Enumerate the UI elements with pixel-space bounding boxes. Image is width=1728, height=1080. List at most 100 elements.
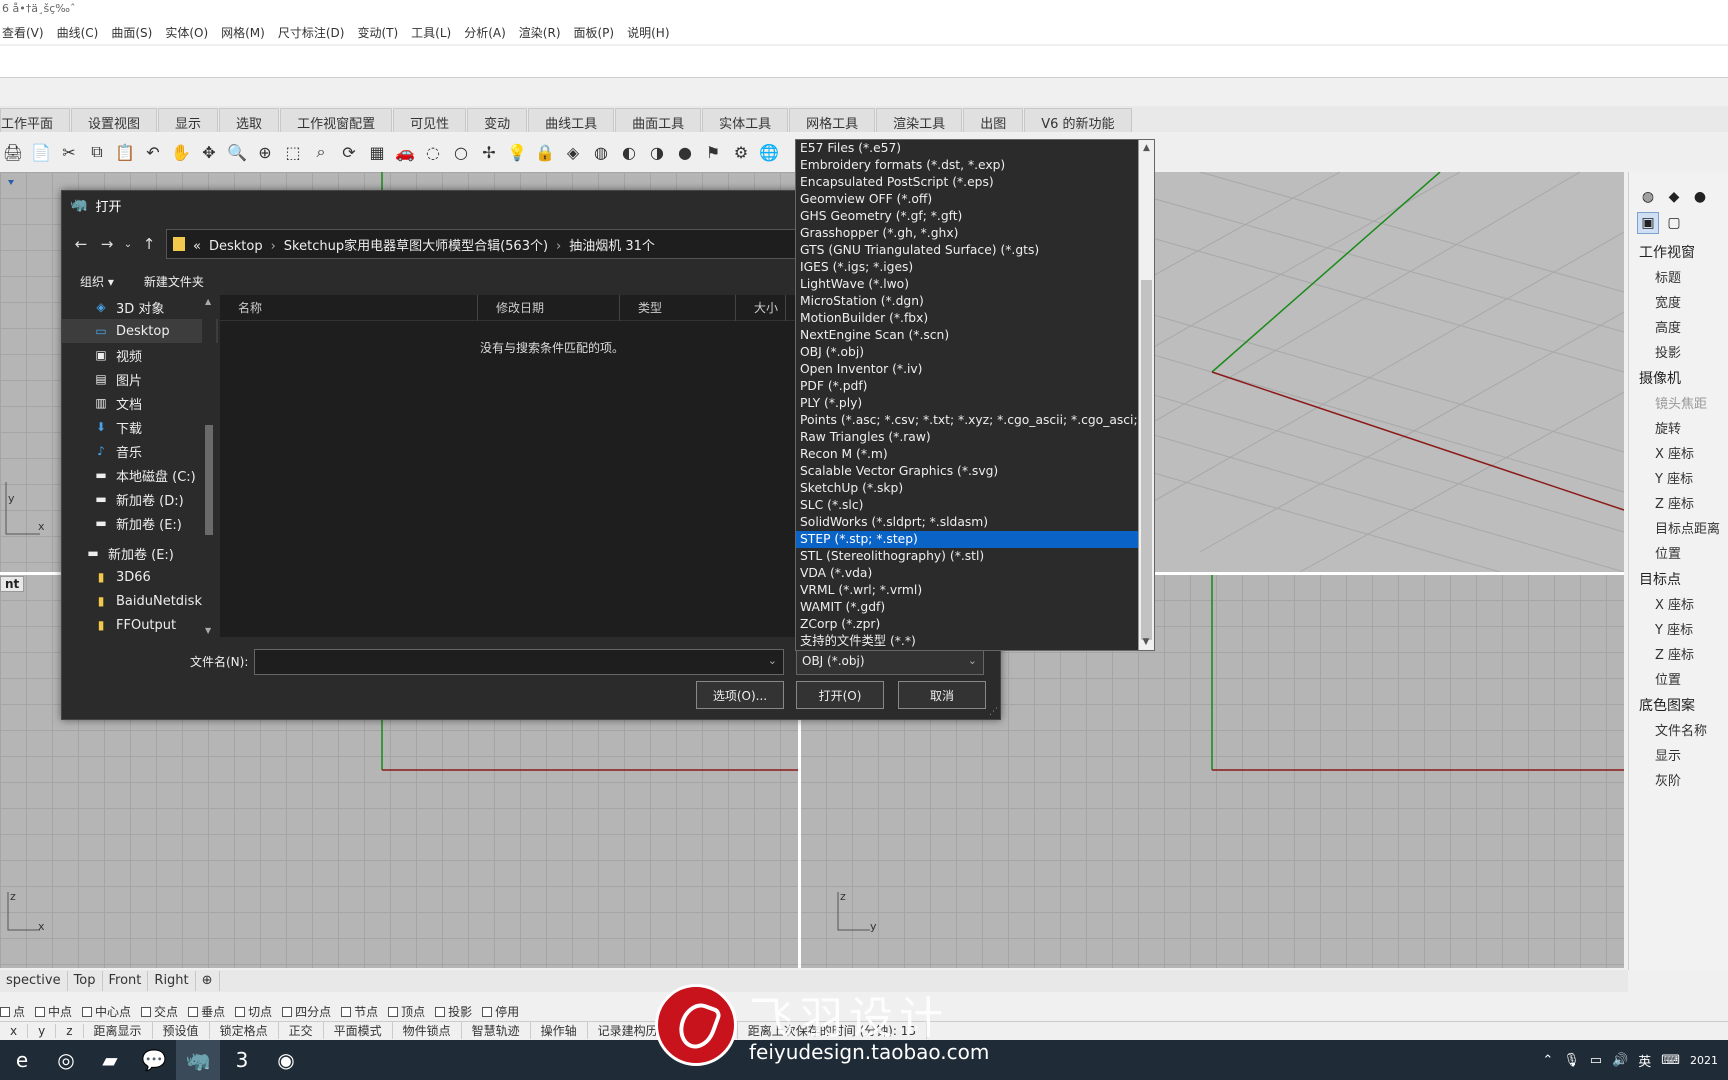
filetype-option[interactable]: ZCorp (*.zpr) xyxy=(796,616,1138,633)
filetype-option[interactable]: IGES (*.igs; *.iges) xyxy=(796,259,1138,276)
pan-icon[interactable]: ✋ xyxy=(168,139,194,165)
new-icon[interactable]: 📄 xyxy=(28,139,54,165)
browser-icon[interactable]: ◎ xyxy=(44,1040,88,1080)
filetype-option[interactable]: Scalable Vector Graphics (*.svg) xyxy=(796,463,1138,480)
status-item[interactable]: 操作轴 xyxy=(531,1022,588,1039)
zoom-window-icon[interactable]: ⊕ xyxy=(252,139,278,165)
filetype-option[interactable]: Embroidery formats (*.dst, *.exp) xyxy=(796,157,1138,174)
toolbar-tab[interactable]: 网格工具 xyxy=(789,108,876,132)
checkbox[interactable] xyxy=(35,1006,46,1017)
material-icon[interactable]: ◈ xyxy=(560,139,586,165)
filetype-option[interactable]: E57 Files (*.e57) xyxy=(796,140,1138,157)
nav-item[interactable]: ▥ 文档 xyxy=(62,391,218,415)
viewport-menu-arrow-icon[interactable] xyxy=(8,180,14,185)
filetype-option[interactable]: Recon M (*.m) xyxy=(796,446,1138,463)
osnap-option[interactable]: 交点 xyxy=(141,1003,178,1020)
toolbar-tab[interactable]: 显示 xyxy=(158,108,219,132)
checkbox[interactable] xyxy=(235,1006,246,1017)
toolbar-tab[interactable]: 曲线工具 xyxy=(528,108,615,132)
cut-icon[interactable]: ✂ xyxy=(56,139,82,165)
toolbar-tab[interactable]: 变动 xyxy=(467,108,528,132)
material-icon[interactable]: ◆ xyxy=(1663,186,1685,208)
filetype-option[interactable]: SolidWorks (*.sldprt; *.sldasm) xyxy=(796,514,1138,531)
filetype-option[interactable]: Grasshopper (*.gh, *.ghx) xyxy=(796,225,1138,242)
ime-indicator[interactable]: 英 xyxy=(1638,1051,1651,1070)
nav-item[interactable]: ▮ 3D66 xyxy=(62,565,218,589)
status-item[interactable]: 物件锁点 xyxy=(393,1022,462,1039)
nav-item[interactable]: ♪ 音乐 xyxy=(62,439,218,463)
filetype-option[interactable]: STL (Stereolithography) (*.stl) xyxy=(796,548,1138,565)
checkbox[interactable] xyxy=(188,1006,199,1017)
nav-item[interactable]: ▬ 新加卷 (E:) xyxy=(62,541,218,565)
car-icon[interactable]: 🚗 xyxy=(392,139,418,165)
filetype-option[interactable]: PLY (*.ply) xyxy=(796,395,1138,412)
address-bar[interactable]: « Desktop › Sketchup家用电器草图大师模型合辑(563个) › 抽油烟机… xyxy=(166,229,863,259)
checkbox[interactable] xyxy=(141,1006,152,1017)
menu-item[interactable]: 曲线(C) xyxy=(57,24,99,41)
file-list[interactable]: 名称 修改日期 类型 大小 没有与搜索条件匹配的项。 xyxy=(220,294,860,637)
status-item[interactable]: 预设值 xyxy=(153,1022,210,1039)
nav-item[interactable]: ◈ 3D 对象 xyxy=(62,295,218,319)
status-item[interactable]: 锁定格点 xyxy=(210,1022,279,1039)
toolbar-tab[interactable]: 渲染工具 xyxy=(876,108,963,132)
viewport-tab[interactable]: spective xyxy=(0,971,68,991)
filetype-select[interactable]: OBJ (*.obj) ⌄ xyxy=(796,649,984,675)
status-item[interactable]: 平面模式 xyxy=(324,1022,393,1039)
network-icon[interactable]: ▭ xyxy=(1590,1053,1602,1068)
filetype-option[interactable]: Encapsulated PostScript (*.eps) xyxy=(796,174,1138,191)
viewport-tab[interactable]: Front xyxy=(103,971,149,991)
menu-item[interactable]: 查看(V) xyxy=(2,24,44,41)
recent-chevron-down-icon[interactable]: ⌄ xyxy=(120,239,136,250)
osnap-option[interactable]: 垂点 xyxy=(188,1003,225,1020)
osnap-option[interactable]: 中心点 xyxy=(82,1003,131,1020)
resize-grip-icon[interactable]: ⋰ xyxy=(989,707,998,717)
toolbar-tab[interactable]: 选取 xyxy=(219,108,280,132)
viewport-tab[interactable]: Top xyxy=(68,971,103,991)
explorer-icon[interactable]: ▰ xyxy=(88,1040,132,1080)
nav-item[interactable]: ▬ 新加卷 (E:) xyxy=(62,511,218,535)
checkbox[interactable] xyxy=(82,1006,93,1017)
filetype-option[interactable]: SLC (*.slc) xyxy=(796,497,1138,514)
filetype-option[interactable]: MotionBuilder (*.fbx) xyxy=(796,310,1138,327)
zoom-selected-icon[interactable]: ⌕ xyxy=(308,139,334,165)
filetype-option[interactable]: Open Inventor (*.iv) xyxy=(796,361,1138,378)
osnap-option[interactable]: 投影 xyxy=(435,1003,472,1020)
osnap-option[interactable]: 中点 xyxy=(35,1003,72,1020)
organize-button[interactable]: 组织 ▾ xyxy=(80,273,114,290)
cancel-button[interactable]: 取消 xyxy=(898,681,986,709)
toolbar-tab[interactable]: 实体工具 xyxy=(702,108,789,132)
status-item[interactable]: 正交 xyxy=(279,1022,324,1039)
menu-item[interactable]: 尺寸标注(D) xyxy=(278,24,345,41)
paste-icon[interactable]: 📋 xyxy=(112,139,138,165)
nav-item[interactable]: ▮ FFOutput xyxy=(62,613,218,637)
forward-arrow-icon[interactable]: → xyxy=(94,235,120,253)
filetype-option[interactable]: Points (*.asc; *.csv; *.txt; *.xyz; *.cg… xyxy=(796,412,1138,429)
options-button[interactable]: 选项(O)... xyxy=(696,681,784,709)
osnap-option[interactable]: 点 xyxy=(0,1003,25,1020)
menu-item[interactable]: 分析(A) xyxy=(464,24,506,41)
breadcrumb-item[interactable]: Desktop xyxy=(209,239,263,254)
column-header[interactable]: 修改日期 xyxy=(478,294,620,321)
viewport-tab[interactable]: Right xyxy=(148,971,196,991)
snap-icon[interactable]: ✢ xyxy=(476,139,502,165)
column-header[interactable]: 名称 xyxy=(220,294,478,321)
filetype-option[interactable]: Raw Triangles (*.raw) xyxy=(796,429,1138,446)
nav-item[interactable]: ▬ 本地磁盘 (C:) xyxy=(62,463,218,487)
edge-icon[interactable]: e xyxy=(0,1040,44,1080)
status-item[interactable]: 智慧轨迹 xyxy=(462,1022,531,1039)
osnap-option[interactable]: 节点 xyxy=(341,1003,378,1020)
chevron-down-icon[interactable]: ⌄ xyxy=(768,654,777,667)
viewport-icon[interactable]: ▢ xyxy=(1663,212,1685,234)
viewport-label[interactable]: nt xyxy=(0,576,25,592)
zoom-extents-icon[interactable]: ⬚ xyxy=(280,139,306,165)
osnap-option[interactable]: 停用 xyxy=(482,1003,519,1020)
dropdown-scrollbar[interactable]: ▲ ▼ xyxy=(1138,140,1154,650)
toolbar-tab[interactable]: 设置视图 xyxy=(71,108,158,132)
shaded-sphere-icon[interactable]: ◑ xyxy=(644,139,670,165)
osnap-option[interactable]: 切点 xyxy=(235,1003,272,1020)
nav-item[interactable]: ▮ BaiduNetdiskD xyxy=(62,589,218,613)
clock-date[interactable]: 2021 xyxy=(1690,1054,1718,1067)
filetype-option[interactable]: VRML (*.wrl; *.vrml) xyxy=(796,582,1138,599)
render-icon[interactable]: ● xyxy=(1689,186,1711,208)
tray-chevron-up-icon[interactable]: ⌃ xyxy=(1542,1053,1553,1068)
